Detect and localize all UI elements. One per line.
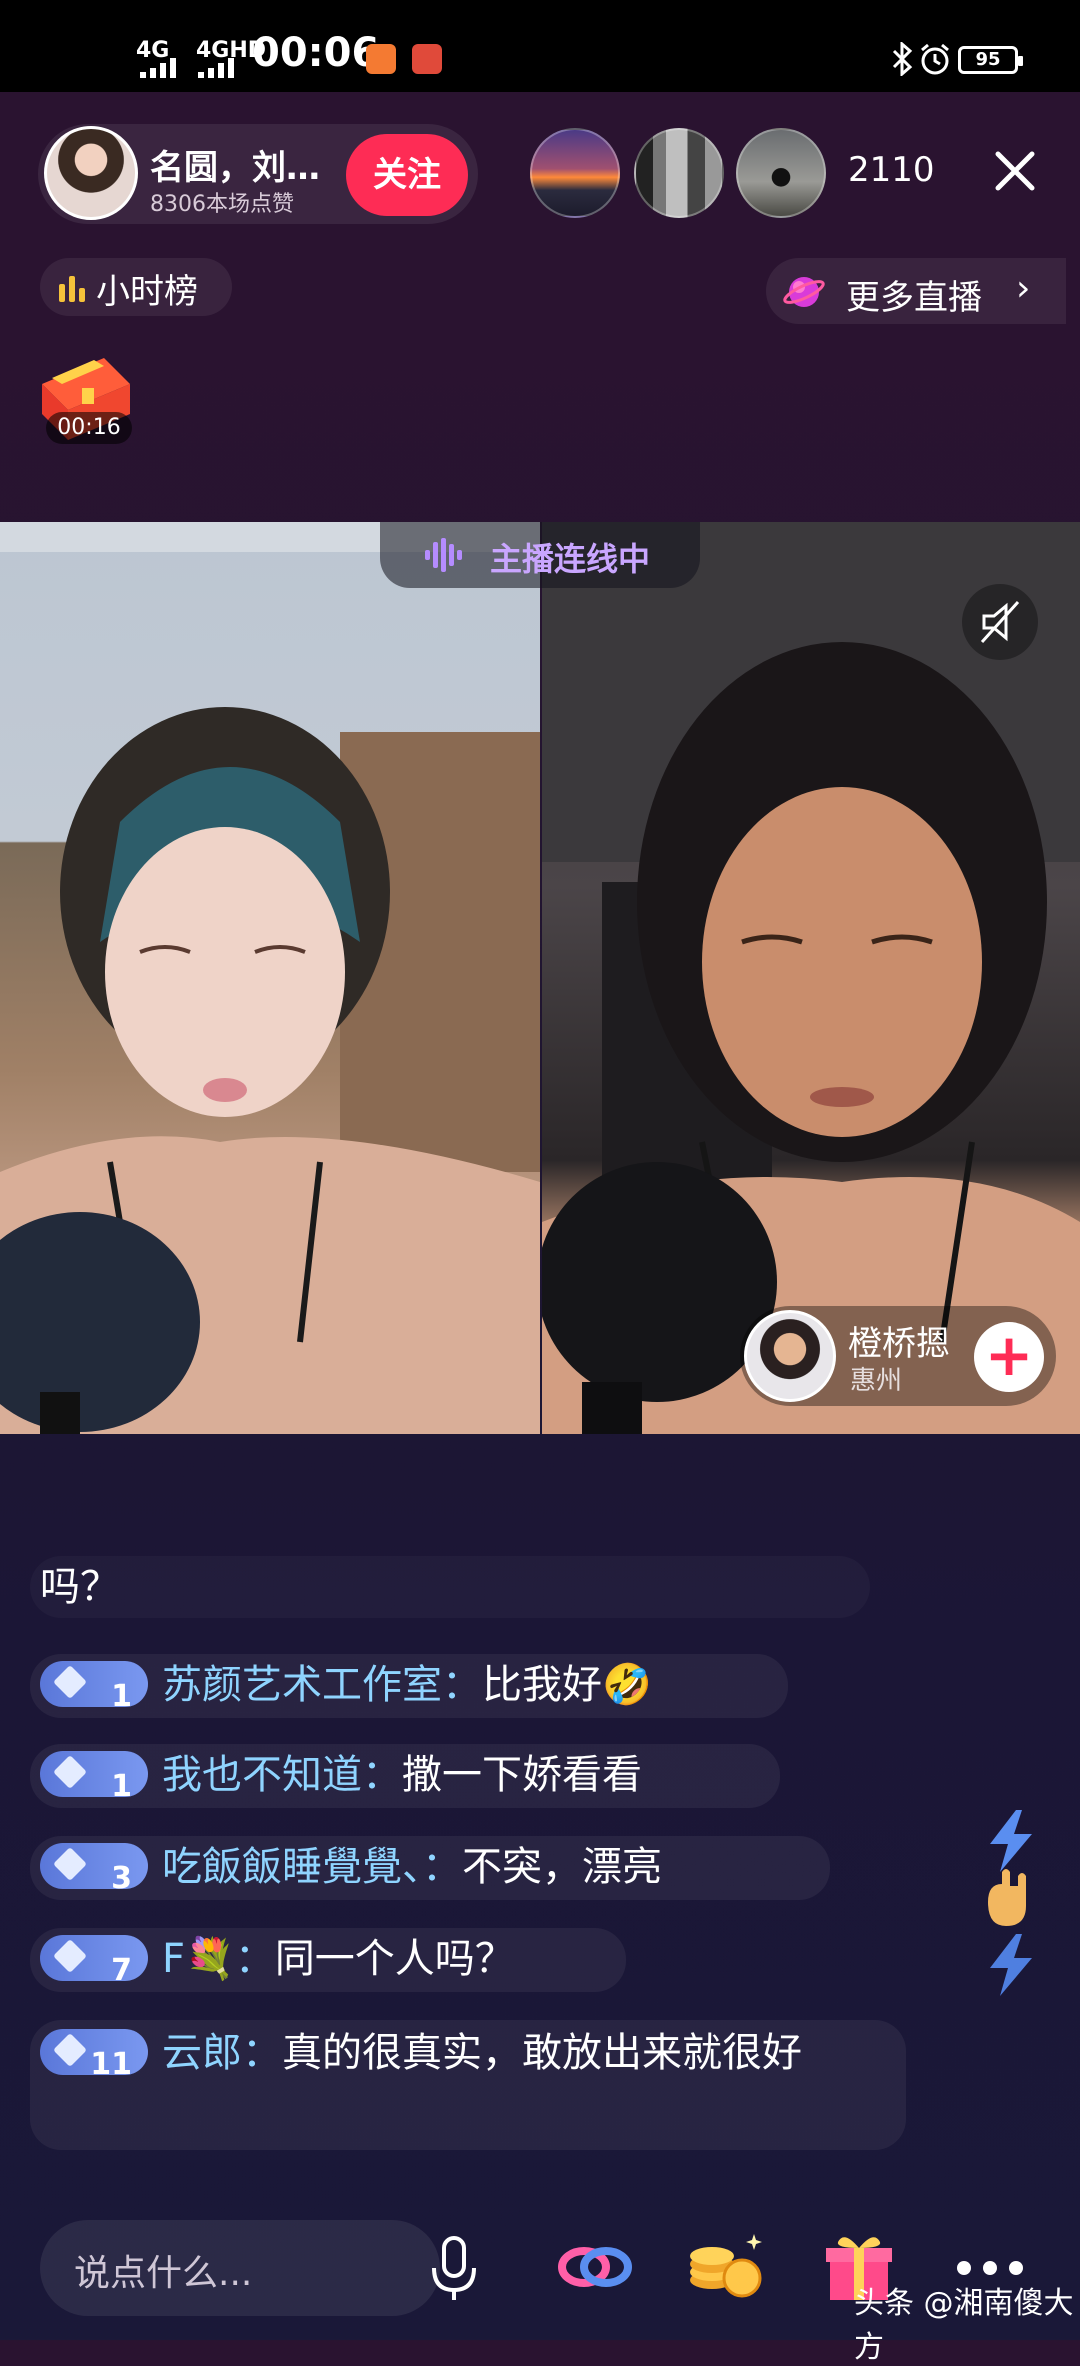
diamond-icon <box>53 1847 87 1881</box>
diamond-icon <box>53 1665 87 1699</box>
more-live-label[interactable]: 更多直播 <box>846 270 982 319</box>
cell-signal-icon-1 <box>140 58 176 78</box>
bluetooth-icon <box>892 42 913 76</box>
chat-username[interactable]: F💐 <box>162 1936 235 1982</box>
hourly-rank-label[interactable]: 小时榜 <box>96 264 198 313</box>
top-viewer-avatar-3[interactable] <box>736 128 826 218</box>
fan-level-badge: 1 <box>40 1661 148 1714</box>
chat-username[interactable]: 吃飯飯睡覺覺、 <box>162 1844 422 1890</box>
close-icon[interactable] <box>990 146 1040 196</box>
coin-stack-icon[interactable] <box>682 2224 768 2310</box>
bar-chart-icon <box>59 276 85 302</box>
app-notification-icon <box>366 44 396 74</box>
fan-level-badge: 7 <box>40 1935 148 1988</box>
chevron-right-icon: › <box>1016 268 1031 309</box>
chat-colon: ： <box>442 1662 482 1708</box>
sound-wave-icon <box>425 538 462 572</box>
hand-gesture-icon[interactable] <box>972 1862 1042 1932</box>
follow-guest-button[interactable]: + <box>974 1322 1044 1392</box>
guest-avatar[interactable] <box>744 1310 836 1402</box>
diamond-icon <box>53 1755 87 1789</box>
app-notification-icon-2 <box>412 44 442 74</box>
chat-message[interactable]: 11 云郎：真的很真实，敢放出来就很好 <box>40 2022 880 2084</box>
chat-message-text: 撒一下娇看看 <box>402 1752 642 1798</box>
host-name[interactable]: 名圆，刘… <box>150 140 330 189</box>
lightning-icon-2[interactable] <box>976 1930 1046 2000</box>
speaker-muted-icon[interactable] <box>962 584 1038 660</box>
chat-message-text: 比我好🤣 <box>482 1662 652 1708</box>
chat-message[interactable]: 1 我也不知道：撒一下娇看看 <box>40 1744 900 1806</box>
fan-level-badge: 1 <box>40 1751 148 1804</box>
chat-username[interactable]: 苏颜艺术工作室 <box>162 1662 442 1708</box>
watermark: 头条 @湘南傻大方 <box>854 2286 1074 2365</box>
chat-colon: ： <box>242 2030 282 2076</box>
diamond-icon <box>53 1939 87 1973</box>
battery-indicator: 95 <box>958 46 1023 74</box>
chat-colon: ： <box>422 1844 462 1890</box>
host-likes: 8306本场点赞 <box>150 192 294 217</box>
co-host-link-icon[interactable] <box>552 2224 638 2310</box>
chat-colon: ： <box>362 1752 402 1798</box>
chat-message[interactable]: 1 苏颜艺术工作室：比我好🤣 <box>40 1654 900 1716</box>
diamond-icon <box>53 2033 87 2067</box>
chat-username[interactable]: 我也不知道 <box>162 1752 362 1798</box>
chat-message[interactable]: 7 F💐：同一个人吗？ <box>40 1928 900 1990</box>
planet-icon <box>783 277 825 307</box>
cell-signal-icon-2 <box>198 58 234 78</box>
top-viewer-avatar-2[interactable] <box>634 128 724 218</box>
chat-message: 吗？ <box>40 1556 900 1618</box>
chat-username[interactable]: 云郎 <box>162 2030 242 2076</box>
fan-level-badge: 3 <box>40 1843 148 1896</box>
host-avatar[interactable] <box>44 126 138 220</box>
host-video-frame <box>0 522 540 1434</box>
follow-button[interactable]: 关注 <box>346 134 468 216</box>
chat-colon: ： <box>234 1936 275 1982</box>
comment-input-placeholder[interactable]: 说点什么... <box>74 2244 252 2296</box>
chat-message-text: 真的很真实，敢放出来就很好 <box>282 2030 802 2076</box>
top-viewer-avatar-1[interactable] <box>530 128 620 218</box>
link-status-label: 主播连线中 <box>490 540 651 578</box>
chat-message-text: 吗？ <box>40 1564 120 1610</box>
host-video-pane[interactable] <box>0 522 540 1434</box>
chest-timer: 00:16 <box>46 412 132 444</box>
fan-level-badge: 11 <box>40 2029 148 2082</box>
viewer-count[interactable]: 2110 <box>848 150 935 190</box>
clock: 00:06 <box>252 30 380 76</box>
chat-message-text: 同一个人吗？ <box>274 1936 515 1982</box>
microphone-icon[interactable] <box>426 2234 482 2304</box>
chat-message[interactable]: 3 吃飯飯睡覺覺、：不突，漂亮 <box>40 1836 900 1898</box>
guest-location: 惠州 <box>850 1366 903 1396</box>
chat-message-text: 不突，漂亮 <box>462 1844 662 1890</box>
guest-name[interactable]: 橙桥摁 <box>848 1316 950 1365</box>
alarm-icon <box>921 43 949 75</box>
